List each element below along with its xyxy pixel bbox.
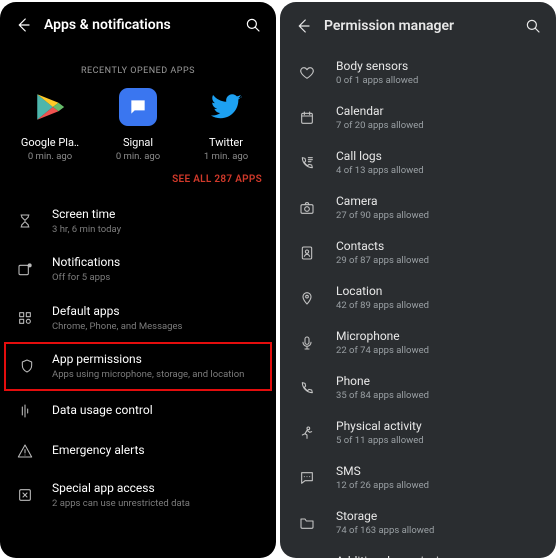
permission-manager-screen: Permission manager Body sensors 0 of 1 ap…	[280, 2, 556, 558]
row-notifications[interactable]: Notifications Off for 5 apps	[0, 245, 276, 293]
perm-sub: 29 of 87 apps allowed	[336, 255, 429, 266]
perm-sub: 42 of 89 apps allowed	[336, 300, 429, 311]
search-icon[interactable]	[244, 16, 262, 34]
perm-title: Physical activity	[336, 419, 424, 433]
perm-contacts[interactable]: Contacts 29 of 87 apps allowed	[280, 230, 556, 275]
special-access-icon	[14, 487, 36, 503]
twitter-icon	[207, 88, 245, 126]
perm-sub: 22 of 74 apps allowed	[336, 345, 429, 356]
perm-physical-activity[interactable]: Physical activity 5 of 11 apps allowed	[280, 410, 556, 455]
perm-title: SMS	[336, 464, 429, 478]
notification-badge-icon	[14, 262, 36, 278]
row-title: Screen time	[52, 207, 262, 222]
perm-title: Microphone	[336, 329, 429, 343]
folder-icon	[296, 515, 318, 531]
perm-title: Location	[336, 284, 429, 298]
google-play-icon	[31, 88, 69, 126]
app-name: Twitter	[209, 136, 243, 149]
perm-sub: 74 of 163 apps allowed	[336, 525, 434, 536]
recent-app-google-play[interactable]: Google Pla‥ 0 min. ago	[10, 88, 90, 162]
row-sub: 3 hr, 6 min today	[52, 224, 262, 235]
perm-sms[interactable]: SMS 12 of 26 apps allowed	[280, 455, 556, 500]
perm-camera[interactable]: Camera 27 of 90 apps allowed	[280, 185, 556, 230]
row-sub: 2 apps can use unrestricted data	[52, 498, 262, 509]
perm-title: Phone	[336, 374, 429, 388]
permissions-list: Body sensors 0 of 1 apps allowed Calendar…	[280, 50, 556, 558]
row-screen-time[interactable]: Screen time 3 hr, 6 min today	[0, 197, 276, 245]
page-title: Apps & notifications	[44, 17, 244, 33]
settings-list: Screen time 3 hr, 6 min today Notificatio…	[0, 197, 276, 519]
perm-calendar[interactable]: Calendar 7 of 20 apps allowed	[280, 95, 556, 140]
perm-body-sensors[interactable]: Body sensors 0 of 1 apps allowed	[280, 50, 556, 95]
perm-sub: 4 of 13 apps allowed	[336, 165, 424, 176]
row-title: Emergency alerts	[52, 443, 262, 458]
app-sub: 0 min. ago	[116, 151, 160, 162]
perm-sub: 7 of 20 apps allowed	[336, 120, 424, 131]
perm-title: Contacts	[336, 239, 429, 253]
perm-title: Storage	[336, 509, 434, 523]
microphone-icon	[296, 335, 318, 351]
see-all-apps-link[interactable]: SEE ALL 287 APPS	[0, 168, 276, 197]
row-sub: Chrome, Phone, and Messages	[52, 321, 262, 332]
perm-sub: 0 of 1 apps allowed	[336, 75, 418, 86]
perm-title: Camera	[336, 194, 429, 208]
row-special-app-access[interactable]: Special app access 2 apps can use unrestr…	[0, 471, 276, 519]
row-app-permissions[interactable]: App permissions Apps using microphone, st…	[4, 342, 272, 390]
perm-location[interactable]: Location 42 of 89 apps allowed	[280, 275, 556, 320]
perm-sub: 5 of 11 apps allowed	[336, 435, 424, 446]
appbar: Apps & notifications	[0, 2, 276, 48]
perm-storage[interactable]: Storage 74 of 163 apps allowed	[280, 500, 556, 545]
perm-phone[interactable]: Phone 35 of 84 apps allowed	[280, 365, 556, 410]
perm-title: Call logs	[336, 149, 424, 163]
row-title: Special app access	[52, 481, 262, 496]
row-title: App permissions	[52, 352, 260, 367]
search-icon[interactable]	[524, 17, 542, 35]
camera-icon	[296, 200, 318, 216]
recently-opened-label: RECENTLY OPENED APPS	[0, 66, 276, 76]
perm-sub: 35 of 84 apps allowed	[336, 390, 429, 401]
row-default-apps[interactable]: Default apps Chrome, Phone, and Messages	[0, 294, 276, 342]
recent-app-twitter[interactable]: Twitter 1 min. ago	[186, 88, 266, 162]
perm-title: Additional permissions	[336, 554, 459, 558]
perm-additional[interactable]: Additional permissions6 more	[280, 545, 556, 558]
sms-icon	[296, 470, 318, 486]
perm-sub: 27 of 90 apps allowed	[336, 210, 429, 221]
row-sub: Apps using microphone, storage, and loca…	[52, 369, 260, 380]
row-emergency-alerts[interactable]: Emergency alerts	[0, 431, 276, 471]
location-icon	[296, 290, 318, 306]
heart-icon	[296, 65, 318, 81]
appbar: Permission manager	[280, 2, 556, 50]
row-title: Default apps	[52, 304, 262, 319]
apps-notifications-screen: Apps & notifications RECENTLY OPENED APP…	[0, 2, 276, 558]
recent-apps-row: Google Pla‥ 0 min. ago Signal 0 min. ago…	[0, 88, 276, 162]
hourglass-icon	[14, 213, 36, 229]
row-title: Data usage control	[52, 403, 262, 418]
app-name: Signal	[123, 136, 153, 149]
back-arrow-icon[interactable]	[294, 17, 312, 35]
perm-call-logs[interactable]: Call logs 4 of 13 apps allowed	[280, 140, 556, 185]
running-icon	[296, 425, 318, 441]
phone-list-icon	[296, 155, 318, 171]
data-usage-icon	[14, 403, 36, 419]
back-arrow-icon[interactable]	[14, 16, 32, 34]
phone-icon	[296, 380, 318, 396]
shield-icon	[16, 358, 38, 374]
calendar-icon	[296, 110, 318, 126]
perm-title: Calendar	[336, 104, 424, 118]
perm-microphone[interactable]: Microphone 22 of 74 apps allowed	[280, 320, 556, 365]
app-sub: 0 min. ago	[28, 151, 72, 162]
app-sub: 1 min. ago	[204, 151, 248, 162]
signal-icon	[119, 88, 157, 126]
row-data-usage-control[interactable]: Data usage control	[0, 391, 276, 431]
row-title: Notifications	[52, 255, 262, 270]
perm-title: Body sensors	[336, 59, 418, 73]
recent-app-signal[interactable]: Signal 0 min. ago	[98, 88, 178, 162]
page-title: Permission manager	[324, 18, 524, 34]
perm-sub: 12 of 26 apps allowed	[336, 480, 429, 491]
contacts-icon	[296, 245, 318, 261]
app-name: Google Pla‥	[21, 136, 79, 149]
default-apps-icon	[14, 310, 36, 326]
warning-icon	[14, 443, 36, 459]
row-sub: Off for 5 apps	[52, 272, 262, 283]
